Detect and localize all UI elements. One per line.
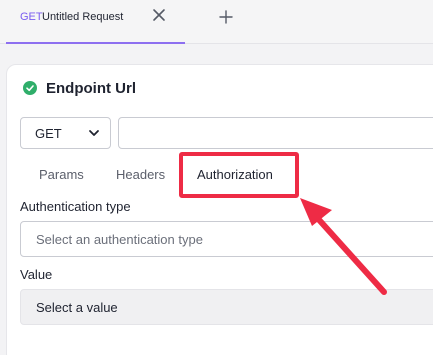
request-tab[interactable]: GET Untitled Request: [6, 0, 185, 44]
method-select-value: GET: [35, 126, 62, 141]
request-tabbar: GET Untitled Request: [0, 0, 433, 44]
close-icon[interactable]: [151, 7, 167, 23]
chevron-down-icon: [89, 130, 99, 136]
tab-headers[interactable]: Headers: [116, 167, 165, 182]
value-label: Value: [20, 267, 53, 282]
tab-method: GET: [20, 11, 43, 23]
active-tab-indicator: [6, 42, 185, 44]
tab-params[interactable]: Params: [39, 167, 84, 182]
url-input[interactable]: [118, 117, 433, 149]
authentication-type-select[interactable]: Select an authentication type: [20, 221, 433, 257]
authentication-type-label: Authentication type: [20, 199, 131, 214]
endpoint-header: Endpoint Url: [23, 77, 136, 99]
add-tab-icon[interactable]: [218, 9, 234, 25]
authentication-type-placeholder: Select an authentication type: [36, 232, 203, 247]
endpoint-title: Endpoint Url: [46, 79, 136, 97]
value-select[interactable]: Select a value: [20, 289, 433, 325]
method-select[interactable]: GET: [20, 117, 111, 149]
check-circle-icon: [23, 81, 37, 95]
value-placeholder: Select a value: [36, 300, 118, 315]
tab-title: Untitled Request: [42, 11, 124, 23]
authorization-highlight-box: [179, 152, 299, 198]
request-panel: Endpoint Url GET Params Headers Authoriz…: [6, 64, 433, 355]
